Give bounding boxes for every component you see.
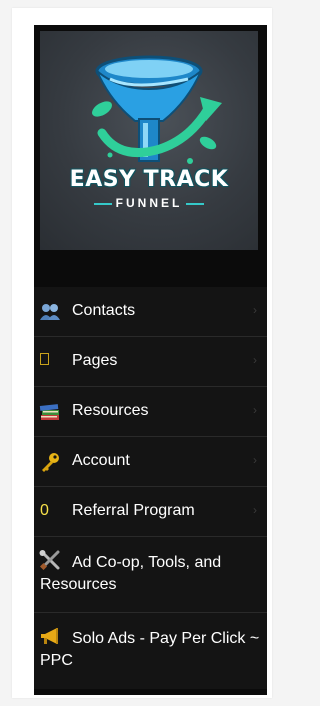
menu-item-label: Solo Ads - Pay Per Click ~ PPC	[40, 630, 260, 669]
easy-track-funnel-logo[interactable]: EASY TRACK FUNNEL	[40, 31, 258, 250]
chevron-right-icon: ›	[253, 453, 257, 467]
menu-item-pages[interactable]: Pages ›	[34, 337, 267, 387]
sidebar-menu: Contacts › Pages › Resources › Account ›…	[34, 287, 267, 689]
menu-item-label: Contacts	[72, 302, 136, 319]
chevron-right-icon: ›	[253, 353, 257, 367]
logo-divider-right	[186, 202, 205, 205]
funnel-logo-graphic	[92, 55, 222, 164]
sidebar-panel: EASY TRACK FUNNEL Contacts › Pages › Res…	[34, 25, 267, 695]
chevron-right-icon: ›	[253, 303, 257, 317]
menu-item-account[interactable]: Account ›	[34, 437, 267, 487]
referral-count-icon: 0	[40, 502, 49, 519]
contacts-people-icon	[40, 304, 60, 320]
logo-title: EASY TRACK	[69, 167, 229, 192]
menu-item-label: Account	[72, 452, 130, 469]
menu-item-resources[interactable]: Resources ›	[34, 387, 267, 437]
menu-item-referral-program[interactable]: 0 Referral Program ›	[34, 487, 267, 537]
menu-item-contacts[interactable]: Contacts ›	[34, 287, 267, 337]
menu-item-label: Ad Co-op, Tools, and Resources	[40, 554, 222, 593]
logo-divider-left	[93, 202, 112, 205]
logo-subtitle: FUNNEL	[115, 196, 183, 210]
menu-item-label: Resources	[72, 402, 149, 419]
logo-subtitle-row: FUNNEL	[40, 196, 258, 210]
books-icon	[39, 404, 59, 420]
menu-item-ad-coop-tools-resources[interactable]: Ad Co-op, Tools, and Resources	[34, 537, 267, 613]
chevron-right-icon: ›	[253, 503, 257, 517]
menu-item-solo-ads-ppc[interactable]: Solo Ads - Pay Per Click ~ PPC	[34, 613, 267, 689]
menu-item-label: Referral Program	[72, 502, 195, 519]
chevron-right-icon: ›	[253, 403, 257, 417]
menu-item-label: Pages	[72, 352, 118, 369]
pages-box-icon	[40, 353, 49, 365]
key-icon	[42, 453, 59, 472]
